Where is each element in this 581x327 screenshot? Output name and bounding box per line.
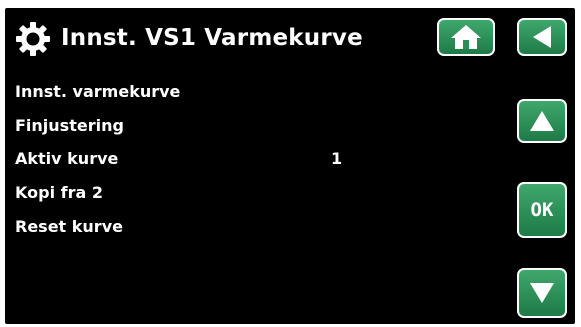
ok-button[interactable]: OK	[517, 182, 567, 238]
home-button[interactable]	[437, 18, 495, 56]
control-panel-screen: Innst. VS1 Varmekurve Innst. varmekurve …	[5, 8, 575, 324]
page-title: Innst. VS1 Varmekurve	[61, 25, 363, 51]
home-icon	[451, 25, 481, 49]
menu-item-finjustering[interactable]: Finjustering	[15, 116, 124, 135]
ok-label: OK	[530, 199, 554, 221]
back-arrow-icon	[533, 26, 551, 48]
menu-item-aktiv-kurve[interactable]: Aktiv kurve	[15, 149, 118, 168]
up-arrow-icon	[530, 111, 554, 131]
down-button[interactable]	[517, 268, 567, 318]
menu-item-innst-varmekurve[interactable]: Innst. varmekurve	[15, 82, 180, 101]
up-button[interactable]	[517, 99, 567, 143]
menu-item-reset-kurve[interactable]: Reset kurve	[15, 217, 123, 236]
aktiv-kurve-value: 1	[331, 149, 343, 168]
down-arrow-icon	[530, 283, 554, 303]
menu-item-kopi-fra-2[interactable]: Kopi fra 2	[15, 183, 103, 202]
back-button[interactable]	[517, 18, 567, 56]
gear-icon	[15, 21, 51, 57]
